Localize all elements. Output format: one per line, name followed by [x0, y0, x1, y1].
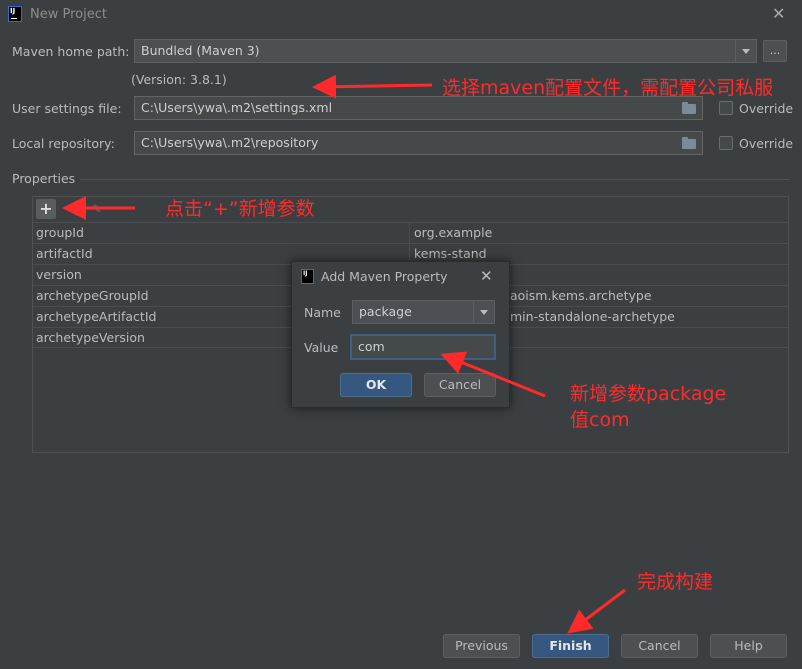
maven-home-dropdown[interactable]: Bundled (Maven 3) [134, 39, 757, 63]
property-key: groupId [36, 225, 84, 240]
override-settings-label: Override [739, 101, 794, 116]
name-label: Name [304, 305, 341, 320]
edit-icon[interactable]: ✎ [92, 203, 106, 215]
browse-maven-home-button[interactable]: ... [763, 40, 787, 62]
property-value: aoism.kems.archetype [510, 288, 652, 303]
override-repo-checkbox[interactable] [719, 136, 733, 150]
intellij-icon: IJ [301, 269, 314, 284]
value-text: com [358, 339, 385, 354]
value-label: Value [304, 340, 339, 355]
property-key: version [36, 267, 82, 282]
property-value: kems-stand [414, 246, 487, 261]
name-combobox[interactable]: package [352, 300, 495, 324]
help-button[interactable]: Help [710, 634, 787, 658]
property-key: archetypeVersion [36, 330, 145, 345]
local-repo-label: Local repository: [12, 136, 115, 151]
override-settings-checkbox[interactable] [719, 101, 733, 115]
properties-toolbar [33, 197, 788, 221]
annotation-settings: 选择maven配置文件，需配置公司私服 [442, 77, 774, 99]
annotation-param-line1: 新增参数package [570, 383, 727, 405]
add-maven-property-dialog: IJ Add Maven Property ✕ Name package Val… [291, 261, 510, 408]
property-key: artifactId [36, 246, 93, 261]
property-key: archetypeGroupId [36, 288, 149, 303]
name-value: package [359, 304, 412, 319]
maven-home-value: Bundled (Maven 3) [141, 43, 260, 58]
arrow-settings [312, 74, 433, 99]
properties-title: Properties [12, 171, 76, 186]
section-divider [80, 179, 789, 180]
window-title: New Project [30, 7, 107, 22]
maven-home-label: Maven home path: [12, 44, 130, 59]
annotation-param-line2: 值com [570, 409, 630, 431]
add-property-button[interactable]: + [36, 199, 56, 219]
title-bar: IJ New Project ✕ [0, 0, 802, 30]
user-settings-label: User settings file: [12, 101, 122, 116]
annotation-finish: 完成构建 [637, 571, 714, 593]
chevron-down-icon[interactable] [473, 301, 494, 323]
folder-icon[interactable] [682, 137, 696, 149]
user-settings-value: C:\Users\ywa\.m2\settings.xml [141, 100, 333, 115]
annotation-add: 点击“+”新增参数 [165, 198, 315, 220]
folder-icon[interactable] [682, 102, 696, 114]
dialog-cancel-button[interactable]: Cancel [424, 373, 496, 397]
intellij-icon: IJ [8, 6, 22, 22]
dialog-title: Add Maven Property [321, 269, 448, 284]
table-row[interactable]: groupId org.example [33, 222, 788, 244]
arrow-finish [567, 588, 626, 634]
maven-version-text: (Version: 3.8.1) [131, 72, 227, 87]
close-icon[interactable]: ✕ [480, 267, 493, 285]
chevron-down-icon[interactable] [735, 40, 756, 62]
property-value: min-standalone-archetype [510, 309, 675, 324]
property-value: org.example [414, 225, 493, 240]
previous-button[interactable]: Previous [443, 634, 520, 658]
value-field[interactable]: com [350, 334, 496, 360]
ok-button[interactable]: OK [340, 373, 412, 397]
cancel-button[interactable]: Cancel [621, 634, 698, 658]
local-repo-value: C:\Users\ywa\.m2\repository [141, 135, 319, 150]
finish-button[interactable]: Finish [532, 634, 609, 658]
close-icon[interactable]: ✕ [772, 6, 785, 22]
local-repo-field[interactable]: C:\Users\ywa\.m2\repository [134, 131, 703, 155]
property-key: archetypeArtifactId [36, 309, 157, 324]
override-repo-label: Override [739, 136, 794, 151]
